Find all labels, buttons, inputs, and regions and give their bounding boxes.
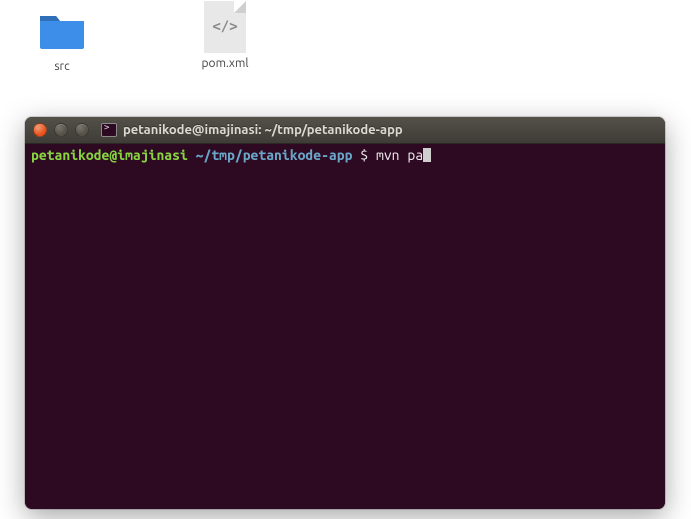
prompt-path: ~/tmp/petanikode-app — [196, 147, 353, 163]
maximize-button[interactable] — [75, 123, 89, 137]
folder-label: src — [54, 60, 69, 73]
prompt-separator: $ — [352, 147, 376, 163]
titlebar[interactable]: petanikode@imajinasi: ~/tmp/petanikode-a… — [25, 117, 665, 144]
terminal-command: mvn pa — [376, 147, 423, 163]
code-badge: </> — [212, 19, 237, 35]
file-label: pom.xml — [202, 57, 249, 70]
terminal-body[interactable]: petanikode@imajinasi ~/tmp/petanikode-ap… — [25, 144, 665, 509]
xml-file-icon: </> — [201, 3, 249, 51]
folder-icon — [38, 6, 86, 54]
file-pom-xml[interactable]: </> pom.xml — [185, 3, 265, 70]
folder-src[interactable]: src — [22, 6, 102, 73]
cursor — [423, 148, 431, 162]
window-title: petanikode@imajinasi: ~/tmp/petanikode-a… — [123, 123, 403, 137]
terminal-window[interactable]: petanikode@imajinasi: ~/tmp/petanikode-a… — [25, 117, 665, 509]
close-button[interactable] — [33, 123, 47, 137]
prompt-user: petanikode@imajinasi — [31, 147, 188, 163]
minimize-button[interactable] — [54, 123, 68, 137]
window-controls — [25, 123, 97, 137]
terminal-icon — [101, 123, 117, 137]
